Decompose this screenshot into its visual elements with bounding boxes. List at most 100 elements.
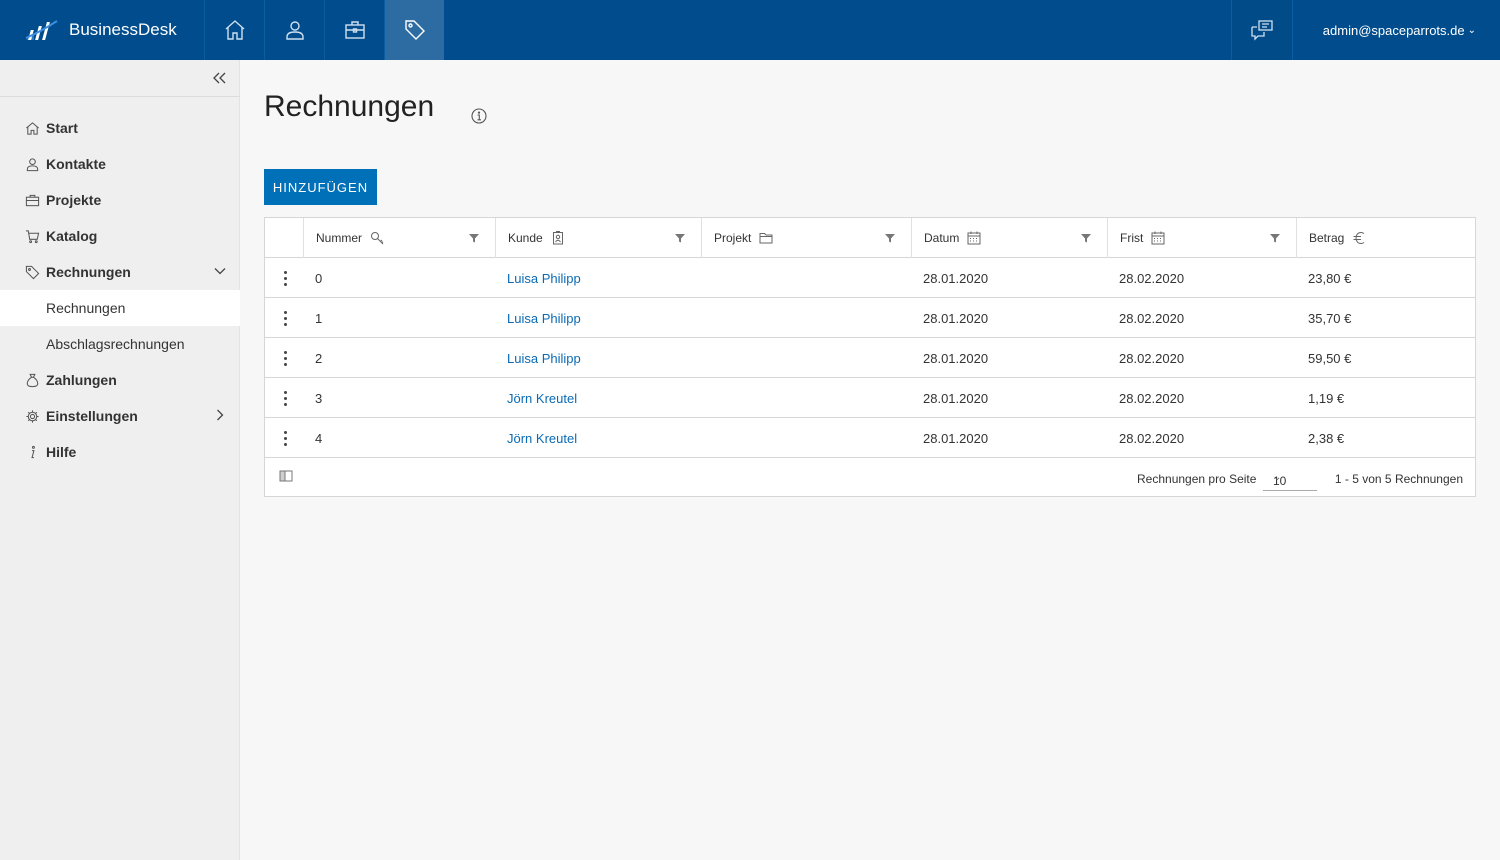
chevron-right-icon xyxy=(217,409,224,421)
euro-icon xyxy=(1353,231,1365,245)
filter-icon[interactable] xyxy=(1270,233,1280,243)
cell-frist: 28.02.2020 xyxy=(1119,350,1185,366)
cell-kunde-link[interactable]: Luisa Philipp xyxy=(507,258,581,298)
tag-icon xyxy=(24,264,40,280)
user-email: admin@spaceparrots.de xyxy=(1322,22,1465,38)
sidebar-subitem-abschlagsrechnungen[interactable]: Abschlagsrechnungen xyxy=(0,326,240,362)
filter-icon[interactable] xyxy=(675,233,685,243)
sidebar-item-label: Einstellungen xyxy=(46,408,138,424)
invoice-table: Nummer Kunde Projekt Datum Frist Betrag xyxy=(264,217,1476,497)
cell-kunde-link[interactable]: Luisa Philipp xyxy=(507,338,581,378)
sidebar-divider xyxy=(0,96,240,97)
row-menu-button[interactable] xyxy=(279,348,291,368)
sidebar-item-start[interactable]: Start xyxy=(0,110,240,146)
sidebar-item-label: Rechnungen xyxy=(46,264,131,280)
sidebar-item-label: Katalog xyxy=(46,228,98,244)
sidebar-item-hilfe[interactable]: Hilfe xyxy=(0,434,240,470)
column-label: Betrag xyxy=(1309,231,1345,245)
table-row[interactable]: 0 Luisa Philipp 28.01.2020 28.02.2020 23… xyxy=(265,258,1475,298)
info-icon xyxy=(24,444,40,460)
brand[interactable]: BusinessDesk xyxy=(24,0,177,60)
table-header: Nummer Kunde Projekt Datum Frist Betrag xyxy=(265,218,1475,258)
table-row[interactable]: 3 Jörn Kreutel 28.01.2020 28.02.2020 1,1… xyxy=(265,378,1475,418)
cell-betrag: 35,70 € xyxy=(1308,310,1352,326)
column-label: Frist xyxy=(1120,231,1144,245)
row-menu-button[interactable] xyxy=(279,428,291,448)
column-header-nummer[interactable]: Nummer xyxy=(303,218,495,258)
cell-kunde-link[interactable]: Jörn Kreutel xyxy=(507,418,577,458)
briefcase-icon xyxy=(344,21,365,39)
row-menu-button[interactable] xyxy=(279,268,291,288)
column-header-kunde[interactable]: Kunde xyxy=(495,218,701,258)
calendar-icon xyxy=(967,231,981,245)
add-invoice-button[interactable]: HINZUFÜGEN xyxy=(264,169,377,205)
cell-frist: 28.02.2020 xyxy=(1119,310,1185,326)
column-header-projekt[interactable]: Projekt xyxy=(701,218,911,258)
info-icon[interactable] xyxy=(471,108,487,124)
column-label: Projekt xyxy=(714,231,752,245)
sidebar-item-rechnungen[interactable]: Rechnungen xyxy=(0,254,240,290)
calendar-icon xyxy=(1151,231,1165,245)
sidebar-subitem-label: Rechnungen xyxy=(46,300,126,316)
sidebar: Start Kontakte Projekte Katalog Rechnung… xyxy=(0,60,240,860)
cell-datum: 28.01.2020 xyxy=(923,270,989,286)
chat-button[interactable] xyxy=(1231,0,1293,60)
cell-nummer: 3 xyxy=(315,390,323,406)
table-row[interactable]: 2 Luisa Philipp 28.01.2020 28.02.2020 59… xyxy=(265,338,1475,378)
cell-betrag: 59,50 € xyxy=(1308,350,1352,366)
briefcase-icon xyxy=(24,192,40,208)
row-menu-button[interactable] xyxy=(279,388,291,408)
collapse-sidebar-button[interactable] xyxy=(209,68,229,88)
sidebar-item-kontakte[interactable]: Kontakte xyxy=(0,146,240,182)
cell-datum: 28.01.2020 xyxy=(923,310,989,326)
table-row[interactable]: 4 Jörn Kreutel 28.01.2020 28.02.2020 2,3… xyxy=(265,418,1475,458)
user-icon xyxy=(24,156,40,172)
sidebar-subitem-rechnungen[interactable]: Rechnungen xyxy=(0,290,240,326)
sidebar-item-projekte[interactable]: Projekte xyxy=(0,182,240,218)
topnav-home[interactable] xyxy=(204,0,264,60)
columns-icon[interactable] xyxy=(279,469,293,483)
column-header-datum[interactable]: Datum xyxy=(911,218,1107,258)
home-icon xyxy=(225,20,244,40)
user-menu[interactable]: admin@spaceparrots.de ⌄ xyxy=(1323,0,1476,60)
row-menu-button[interactable] xyxy=(279,308,291,328)
folder-icon xyxy=(759,233,773,244)
cell-frist: 28.02.2020 xyxy=(1119,390,1185,406)
sidebar-item-zahlungen[interactable]: Zahlungen xyxy=(0,362,240,398)
chevron-down-icon xyxy=(214,268,226,275)
column-header-betrag[interactable]: Betrag xyxy=(1296,218,1475,258)
user-icon xyxy=(285,21,304,40)
sidebar-subitem-label: Abschlagsrechnungen xyxy=(46,336,185,352)
per-page-label: Rechnungen pro Seite xyxy=(1137,472,1257,486)
topnav-projects[interactable] xyxy=(324,0,384,60)
sidebar-item-einstellungen[interactable]: Einstellungen xyxy=(0,398,240,434)
cell-datum: 28.01.2020 xyxy=(923,390,989,406)
top-bar: BusinessDesk admin@spaceparrots.de ⌄ xyxy=(0,0,1500,60)
filter-icon[interactable] xyxy=(469,233,479,243)
double-chevron-left-icon xyxy=(213,72,226,84)
sidebar-item-label: Hilfe xyxy=(46,444,77,460)
key-icon xyxy=(371,232,384,245)
cell-kunde-link[interactable]: Jörn Kreutel xyxy=(507,378,577,418)
topnav-invoices[interactable] xyxy=(384,0,444,60)
chevron-down-icon: ⌄ xyxy=(1467,24,1476,36)
filter-icon[interactable] xyxy=(885,233,895,243)
cell-kunde-link[interactable]: Luisa Philipp xyxy=(507,298,581,338)
sidebar-item-katalog[interactable]: Katalog xyxy=(0,218,240,254)
filter-icon[interactable] xyxy=(1081,233,1091,243)
chevron-down-icon: ⌄ xyxy=(1273,472,1282,483)
topnav-contacts[interactable] xyxy=(264,0,324,60)
cell-datum: 28.01.2020 xyxy=(923,430,989,446)
column-header-frist[interactable]: Frist xyxy=(1107,218,1296,258)
contact-card-icon xyxy=(552,231,563,245)
cell-nummer: 0 xyxy=(315,270,323,286)
chat-icon xyxy=(1251,20,1273,41)
table-row[interactable]: 1 Luisa Philipp 28.01.2020 28.02.2020 35… xyxy=(265,298,1475,338)
cell-nummer: 2 xyxy=(315,350,323,366)
column-label: Nummer xyxy=(316,231,363,245)
per-page-select[interactable]: 10 ⌄ xyxy=(1263,467,1317,491)
gear-icon xyxy=(24,408,40,424)
home-icon xyxy=(24,120,40,136)
table-footer: Rechnungen pro Seite 10 ⌄ 1 - 5 von 5 Re… xyxy=(265,459,1475,496)
cell-datum: 28.01.2020 xyxy=(923,350,989,366)
